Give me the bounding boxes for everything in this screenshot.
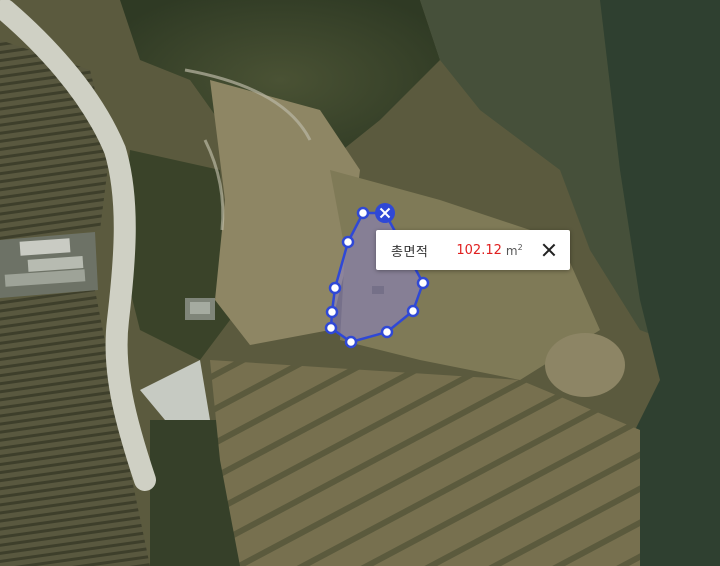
close-icon[interactable] (540, 241, 558, 259)
polygon-vertex[interactable] (380, 325, 394, 339)
total-area-label: 총면적 (391, 244, 429, 260)
polygon-vertex[interactable] (325, 305, 339, 319)
polygon-vertex[interactable] (341, 235, 355, 249)
polygon-vertex[interactable] (328, 281, 342, 295)
delete-measurement-button[interactable] (375, 203, 395, 223)
satellite-imagery (0, 0, 720, 566)
area-measurement-popup: 총면적 102.12 m2 (376, 230, 570, 270)
polygon-vertex[interactable] (344, 335, 358, 349)
area-value: 102.12 (456, 242, 502, 258)
polygon-vertex[interactable] (416, 276, 430, 290)
area-unit: m2 (505, 242, 523, 258)
aerial-map[interactable]: 총면적 102.12 m2 (0, 0, 720, 566)
polygon-vertex[interactable] (356, 206, 370, 220)
polygon-vertex[interactable] (406, 304, 420, 318)
polygon-vertex[interactable] (324, 321, 338, 335)
